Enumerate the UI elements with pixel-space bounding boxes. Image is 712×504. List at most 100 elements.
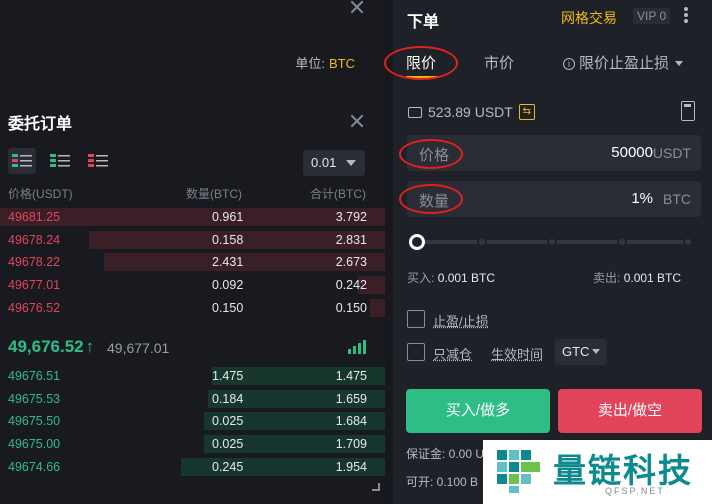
max-sell: 卖出: 0.001 BTC: [593, 269, 681, 286]
tab-stop-label: 限价止盈止损: [579, 55, 670, 72]
depth-bar: [370, 298, 385, 317]
slider-step-dot[interactable]: [617, 237, 627, 247]
arrow-up-icon: ↑: [85, 337, 95, 356]
wallet-icon: [408, 106, 422, 118]
row-total: 0.150: [335, 300, 367, 315]
max-buy: 买入: 0.001 BTC: [407, 269, 495, 286]
row-price: 49675.00: [8, 437, 61, 452]
close-orderbook-icon[interactable]: [350, 114, 364, 128]
calculator-icon[interactable]: [681, 101, 695, 121]
annotation-circle-quantity: [399, 184, 463, 214]
quantity-unit: BTC: [663, 191, 691, 207]
slider-step-dot[interactable]: [477, 237, 487, 247]
signal-bars-icon[interactable]: [348, 340, 366, 354]
order-form-title: 下单: [407, 14, 440, 31]
view-both-icon[interactable]: [8, 148, 36, 174]
tpsl-label[interactable]: 止盈/止损: [433, 311, 489, 330]
ask-row[interactable]: 49677.01 0.092 0.242: [0, 275, 385, 295]
row-amount: 0.158: [212, 232, 244, 247]
annotation-circle-price: [399, 139, 463, 169]
max-sell-value: 0.001 BTC: [623, 271, 682, 285]
slider-handle[interactable]: [409, 234, 425, 250]
transfer-icon[interactable]: ⇆: [518, 104, 535, 120]
orderbook-panel: 单位: BTC 委托订单 0.01 价格(USDT) 数量(BTC) 合计(BT…: [0, 0, 385, 504]
available-balance: 523.89 USDT ⇆: [408, 104, 535, 120]
tab-market[interactable]: 市价: [484, 52, 514, 73]
unit-value[interactable]: BTC: [329, 56, 355, 71]
row-total: 1.954: [335, 459, 367, 474]
ask-row[interactable]: 49678.24 0.158 2.831: [0, 230, 385, 250]
ask-row[interactable]: 49681.25 0.961 3.792: [0, 207, 385, 227]
time-in-force-label[interactable]: 生效时间: [491, 344, 543, 363]
chevron-down-icon: [675, 61, 684, 66]
price-step-select[interactable]: 0.01: [303, 150, 365, 176]
margin-info: 保证金: 0.00 U: [406, 447, 485, 461]
bid-row[interactable]: 49675.53 0.184 1.659: [0, 389, 385, 409]
time-in-force-select[interactable]: GTC: [555, 339, 607, 365]
row-total: 1.475: [335, 369, 367, 383]
slider-step-dot[interactable]: [683, 237, 693, 247]
price-input[interactable]: 50000: [611, 144, 653, 161]
bid-row[interactable]: 49675.00 0.025 1.709: [0, 434, 385, 454]
last-price[interactable]: 49,676.52 ↑: [8, 337, 94, 357]
row-price: 49676.51: [8, 369, 61, 383]
ask-row[interactable]: 49676.52 0.150 0.150: [0, 298, 385, 318]
slider-step-dot[interactable]: [547, 237, 557, 247]
max-sell-label: 卖出:: [593, 271, 621, 285]
view-asks-icon[interactable]: [84, 148, 112, 174]
row-total: 1.659: [335, 391, 367, 406]
view-bids-icon[interactable]: [46, 148, 74, 174]
resize-handle-icon[interactable]: [372, 483, 380, 491]
orderbook-title: 委托订单: [8, 116, 73, 133]
buy-long-button[interactable]: 买入/做多: [406, 389, 550, 433]
close-icon[interactable]: [350, 0, 364, 14]
mark-price: 49,677.01: [107, 340, 170, 356]
row-amount: 1.475: [212, 369, 244, 383]
row-price: 49678.22: [8, 255, 61, 270]
tab-stop-limit[interactable]: i 限价止盈止损: [563, 52, 684, 73]
ask-row[interactable]: 49678.22 2.431 2.673: [0, 252, 385, 272]
row-total: 2.673: [335, 255, 367, 270]
unit-display: 单位: BTC: [295, 53, 355, 72]
vip-badge: VIP 0: [633, 8, 671, 24]
percent-slider[interactable]: [409, 234, 693, 250]
upper-panel: 单位: BTC: [0, 0, 385, 95]
bid-row[interactable]: 49674.66 0.245 1.954: [0, 457, 385, 477]
annotation-circle-limit: [384, 46, 458, 80]
bid-row[interactable]: 49675.50 0.025 1.684: [0, 411, 385, 431]
row-amount: 0.025: [212, 437, 244, 452]
row-amount: 0.092: [212, 278, 244, 293]
row-price: 49675.50: [8, 414, 61, 429]
row-total: 1.684: [335, 414, 367, 429]
view-toggle-group: [8, 148, 112, 174]
row-amount: 0.245: [212, 459, 244, 474]
row-price: 49674.66: [8, 459, 61, 474]
bid-row[interactable]: 49676.51 1.475 1.475: [0, 366, 385, 386]
row-total: 3.792: [335, 210, 367, 224]
chevron-down-icon: [346, 160, 356, 166]
row-total: 1.709: [335, 437, 367, 452]
tpsl-checkbox[interactable]: [407, 310, 425, 328]
row-total: 2.831: [335, 232, 367, 247]
header-price: 价格(USDT): [8, 187, 73, 201]
header-total: 合计(BTC): [310, 187, 366, 201]
grid-trading-link[interactable]: 网格交易: [561, 8, 617, 28]
row-total: 0.242: [335, 278, 367, 293]
info-icon: i: [563, 58, 575, 70]
row-amount: 0.025: [212, 414, 244, 429]
chevron-down-icon: [592, 349, 600, 354]
row-price: 49678.24: [8, 232, 61, 247]
more-options-icon[interactable]: [683, 6, 689, 26]
row-amount: 2.431: [212, 255, 244, 270]
max-buy-label: 买入:: [407, 271, 435, 285]
reduce-only-checkbox[interactable]: [407, 343, 425, 361]
balance-value: 523.89 USDT: [428, 104, 513, 120]
sell-short-button[interactable]: 卖出/做空: [558, 389, 702, 433]
quantity-input[interactable]: 1%: [631, 190, 653, 207]
max-buy-value: 0.001 BTC: [437, 271, 496, 285]
watermark-url: QFSP.NET: [605, 486, 665, 496]
reduce-only-label[interactable]: 只减仓: [433, 344, 472, 363]
watermark: 量链科技 QFSP.NET: [483, 440, 712, 504]
row-amount: 0.150: [212, 300, 244, 315]
available-open-info: 可开: 0.100 B: [406, 475, 479, 489]
